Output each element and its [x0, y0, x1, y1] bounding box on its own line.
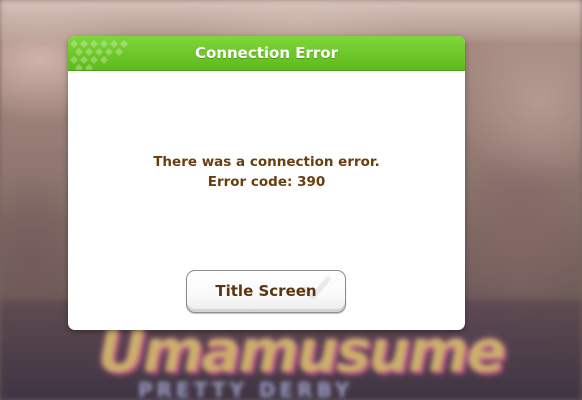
error-message-line: There was a connection error. — [153, 154, 380, 170]
dialog-header: Connection Error — [68, 36, 465, 71]
error-dialog: Connection Error There was a connection … — [68, 36, 465, 330]
title-screen-button-label: Title Screen — [215, 282, 317, 300]
dialog-title: Connection Error — [195, 44, 338, 62]
title-screen-button[interactable]: Title Screen — [186, 270, 346, 313]
game-screen: Umamusume PRETTY DERBY Connection Error … — [0, 0, 582, 400]
error-code-line: Error code: 390 — [207, 174, 326, 190]
error-message: There was a connection error. Error code… — [68, 152, 465, 192]
